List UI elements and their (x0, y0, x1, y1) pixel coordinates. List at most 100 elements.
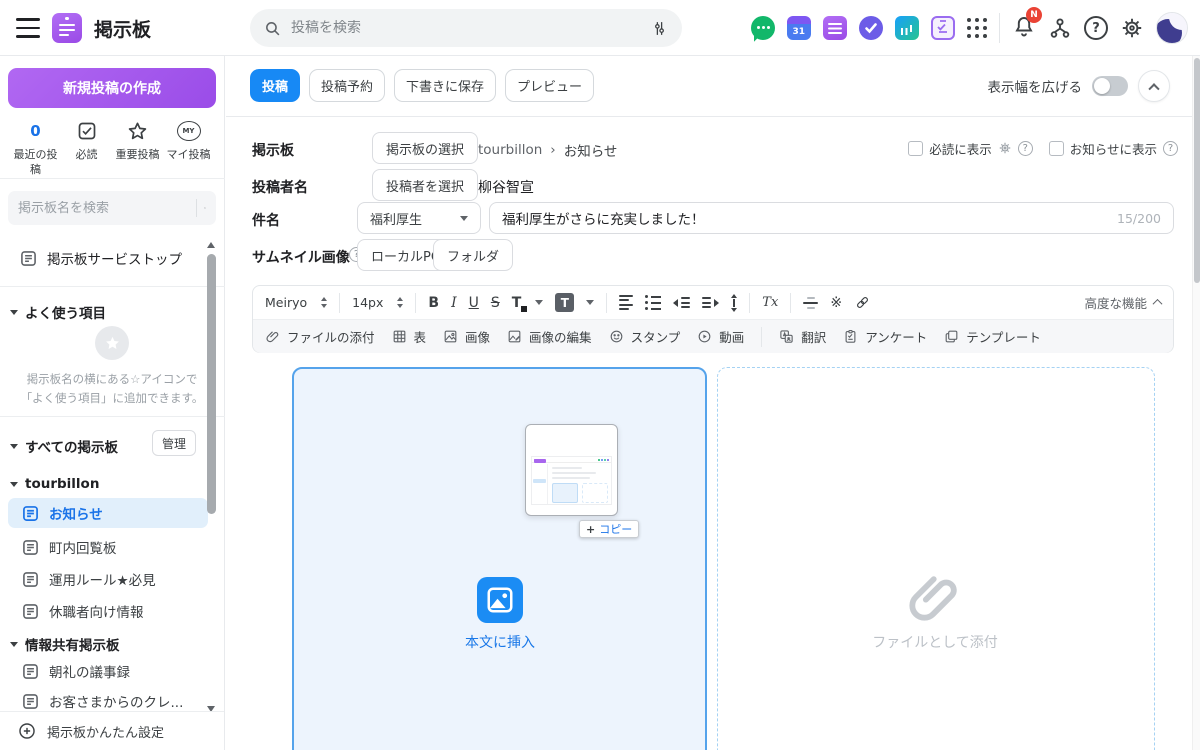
quick-link-important[interactable]: 重要投稿 (112, 118, 163, 177)
stepper-icon[interactable] (321, 297, 327, 308)
sidebar-item-rules[interactable]: 運用ルール★必見 (8, 564, 208, 594)
author-name-value: 柳谷智宣 (478, 177, 534, 197)
favorites-section-header[interactable]: よく使う項目 (10, 302, 106, 322)
drag-preview-thumbnail[interactable] (525, 424, 618, 516)
help-button[interactable]: ? (1084, 16, 1108, 40)
board-icon (22, 693, 39, 710)
topbar-actions: 31 N ? (751, 0, 1188, 56)
strikethrough-button[interactable]: S (491, 296, 500, 310)
widen-toggle[interactable] (1092, 76, 1128, 96)
preview-button[interactable]: プレビュー (505, 69, 594, 102)
board-search-input[interactable] (18, 201, 188, 216)
collapse-panel-button[interactable] (1138, 70, 1170, 102)
sidebar-item-morning-minutes[interactable]: 朝礼の議事録 (8, 656, 208, 686)
action-buttons-row: 投稿 投稿予約 下書きに保存 プレビュー (250, 69, 594, 102)
apps-grid-icon[interactable] (967, 18, 987, 38)
scroll-up-arrow-icon[interactable] (207, 242, 215, 248)
bulletin-app-icon[interactable] (823, 16, 847, 40)
group-header-tourbillon[interactable]: tourbillon (10, 476, 99, 492)
report-app-icon[interactable] (895, 16, 919, 40)
template-button[interactable]: テンプレート (944, 327, 1041, 346)
horizontal-rule-button[interactable] (803, 297, 818, 309)
thumbnail-folder-button[interactable]: フォルダ (433, 239, 513, 271)
post-search-input[interactable] (291, 20, 651, 36)
insert-table-button[interactable]: 表 (392, 327, 427, 346)
font-family-select[interactable]: Meiryo (265, 295, 327, 310)
page-scrollbar-thumb[interactable] (1194, 58, 1200, 283)
outdent-button[interactable] (673, 297, 690, 308)
workflow-app-icon[interactable] (859, 16, 883, 40)
gear-icon[interactable] (998, 141, 1012, 155)
clear-format-button[interactable]: Tx (762, 295, 778, 310)
underline-button[interactable]: U (469, 296, 479, 310)
indent-button[interactable] (702, 297, 719, 308)
special-character-button[interactable]: ※ (830, 295, 842, 311)
author-select-button[interactable]: 投稿者を選択 (372, 169, 478, 201)
subject-category-select[interactable]: 福利厚生 (357, 202, 481, 234)
board-search-box[interactable] (8, 191, 216, 225)
insert-video-button[interactable]: 動画 (697, 327, 744, 346)
subject-input[interactable] (502, 210, 1117, 226)
settings-gear-icon[interactable] (1120, 16, 1144, 40)
chevron-down-icon[interactable] (535, 300, 543, 305)
breadcrumb-parent[interactable]: tourbillon (478, 142, 542, 158)
must-read-checkbox[interactable] (908, 141, 923, 156)
new-post-button[interactable]: 新規投稿の作成 (8, 68, 216, 108)
insert-into-body-label: 本文に挿入 (430, 632, 570, 652)
advanced-features-toggle[interactable]: 高度な機能 (1084, 293, 1161, 312)
sidebar: 新規投稿の作成 0 最近の投稿 必読 重要投稿 MY マイ投稿 (0, 56, 225, 750)
sidebar-item-leave-info[interactable]: 休職者向け情報 (8, 596, 208, 626)
insert-into-body-dropzone[interactable] (292, 367, 707, 750)
user-avatar[interactable] (1156, 12, 1188, 44)
easy-setup-button[interactable]: 掲示板かんたん設定 (0, 711, 224, 750)
stamp-button[interactable]: スタンプ (609, 327, 681, 346)
bold-button[interactable]: B (428, 296, 439, 310)
group-header-info-share[interactable]: 情報共有掲示板 (10, 634, 120, 654)
sidebar-scrollbar-thumb[interactable] (207, 254, 216, 514)
page-scrollbar[interactable] (1192, 56, 1200, 750)
bullet-list-button[interactable] (645, 295, 661, 310)
attachment-toolbar: ファイルの添付 表 画像 画像の編集 スタンプ (253, 320, 1173, 353)
sidebar-item-oshirase[interactable]: お知らせ (8, 498, 208, 528)
questionnaire-button[interactable]: アンケート (843, 327, 927, 346)
all-boards-section-header[interactable]: すべての掲示板 (10, 436, 118, 456)
help-icon[interactable]: ? (1018, 141, 1033, 156)
help-icon[interactable]: ? (1163, 141, 1178, 156)
image-insert-icon (477, 577, 523, 623)
post-search-box[interactable] (250, 9, 682, 47)
chevron-down-icon[interactable] (586, 300, 594, 305)
board-select-button[interactable]: 掲示板の選択 (372, 132, 478, 164)
attach-file-button[interactable]: ファイルの添付 (265, 327, 375, 346)
attach-as-file-dropzone[interactable] (717, 367, 1155, 750)
font-size-select[interactable]: 14px (352, 295, 403, 310)
calendar-app-icon[interactable]: 31 (787, 16, 811, 40)
line-height-button[interactable] (731, 294, 737, 312)
text-color-button[interactable]: T (512, 295, 524, 311)
link-button[interactable] (854, 294, 871, 311)
translate-button[interactable]: 翻訳 (779, 327, 826, 346)
insert-image-button[interactable]: 画像 (443, 327, 490, 346)
quick-link-must-read[interactable]: 必読 (61, 118, 112, 177)
edit-image-button[interactable]: 画像の編集 (507, 327, 592, 346)
manage-boards-button[interactable]: 管理 (152, 430, 196, 456)
highlight-color-button[interactable]: T (555, 293, 574, 312)
search-icon[interactable] (204, 200, 206, 216)
align-left-button[interactable] (619, 295, 633, 311)
quick-link-my-posts[interactable]: MY マイ投稿 (163, 118, 214, 177)
italic-button[interactable]: I (451, 296, 457, 310)
post-button[interactable]: 投稿 (250, 69, 300, 102)
sidebar-scrollbar[interactable] (206, 242, 218, 712)
notifications-button[interactable]: N (1012, 14, 1036, 42)
search-filter-icon[interactable] (651, 20, 668, 37)
sidebar-item-kairanban[interactable]: 町内回覧板 (8, 532, 208, 562)
save-draft-button[interactable]: 下書きに保存 (394, 69, 496, 102)
quick-link-recent-posts[interactable]: 0 最近の投稿 (10, 118, 61, 177)
survey-app-icon[interactable] (931, 16, 955, 40)
schedule-post-button[interactable]: 投稿予約 (309, 69, 385, 102)
stepper-icon[interactable] (397, 297, 403, 308)
sidebar-item-service-top[interactable]: 掲示板サービストップ (8, 242, 208, 274)
chat-app-icon[interactable] (751, 16, 775, 40)
announce-checkbox[interactable] (1049, 141, 1064, 156)
org-people-icon[interactable] (1048, 16, 1072, 40)
hamburger-menu-icon[interactable] (16, 18, 40, 38)
